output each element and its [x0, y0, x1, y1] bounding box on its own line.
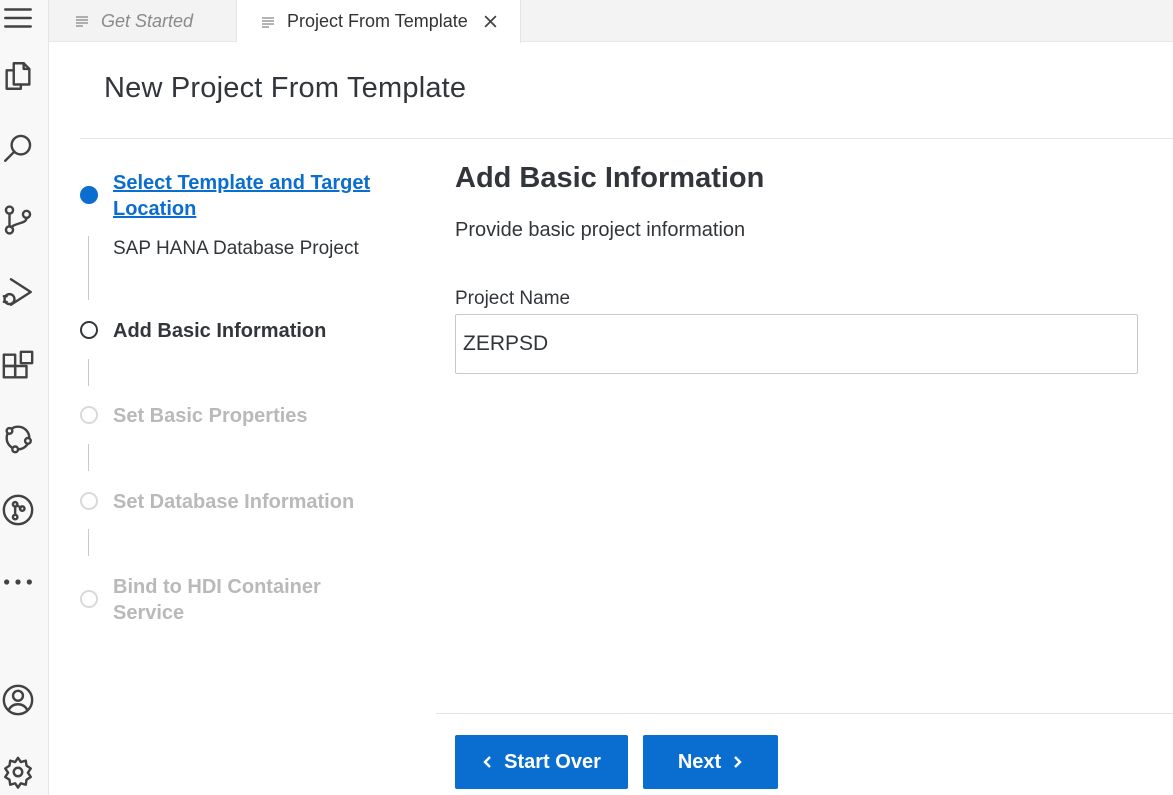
next-button[interactable]: Next: [643, 735, 778, 789]
step-indicator-current: [80, 321, 98, 339]
cloud-foundry-icon[interactable]: [0, 418, 36, 458]
start-over-label: Start Over: [504, 750, 601, 773]
section-title: Add Basic Information: [455, 162, 765, 194]
step-summary: SAP HANA Database Project: [113, 238, 359, 259]
header-divider: [80, 138, 1173, 139]
git-graph-icon[interactable]: [0, 490, 36, 530]
step-select-template[interactable]: Select Template and Target Location: [113, 170, 370, 222]
step-indicator-upcoming: [80, 406, 98, 424]
step-add-basic-information[interactable]: Add Basic Information: [113, 318, 326, 344]
footer-divider: [436, 713, 1173, 714]
menu-icon[interactable]: [0, 0, 36, 38]
editor-tab-bar: Get Started Project From Template: [49, 0, 1173, 43]
settings-icon[interactable]: [0, 752, 36, 792]
step-indicator-upcoming: [80, 492, 98, 510]
project-name-label: Project Name: [455, 288, 571, 309]
step-connector: [88, 529, 89, 556]
run-debug-icon[interactable]: [0, 272, 36, 312]
activity-bar: [0, 0, 49, 795]
document-icon: [261, 13, 279, 31]
step-bind-hdi-container: Bind to HDI Container Service: [113, 574, 321, 626]
step-indicator-upcoming: [80, 590, 98, 608]
step-connector: [88, 444, 89, 471]
explorer-icon[interactable]: [0, 56, 36, 96]
step-indicator-completed: [80, 186, 98, 204]
tab-label: Project From Template: [287, 11, 468, 31]
step-label-line2: Service: [113, 602, 185, 624]
more-icon[interactable]: [0, 562, 36, 602]
step-label-line1: Select Template and Target: [113, 172, 371, 194]
page-title: New Project From Template: [104, 72, 467, 104]
step-set-database-information: Set Database Information: [113, 491, 355, 513]
start-over-button[interactable]: Start Over: [455, 735, 628, 789]
tab-project-from-template[interactable]: Project From Template: [237, 0, 521, 43]
chevron-left-icon: [483, 756, 491, 768]
step-connector: [88, 236, 89, 300]
source-control-icon[interactable]: [0, 200, 36, 240]
step-set-basic-properties: Set Basic Properties: [113, 405, 308, 427]
chevron-right-icon: [734, 756, 742, 768]
next-label: Next: [677, 750, 722, 773]
step-label-line1: Bind to HDI Container: [113, 576, 321, 598]
step-connector: [88, 359, 89, 386]
tab-label: Get Started: [101, 10, 194, 31]
account-icon[interactable]: [0, 680, 36, 720]
step-label-line2: Location: [113, 198, 197, 220]
search-icon[interactable]: [0, 128, 36, 168]
tab-get-started[interactable]: Get Started: [49, 0, 237, 42]
document-icon: [75, 12, 93, 30]
extensions-icon[interactable]: [0, 346, 36, 386]
project-name-input[interactable]: [455, 314, 1138, 374]
close-icon[interactable]: [482, 13, 500, 31]
section-description: Provide basic project information: [455, 219, 746, 241]
